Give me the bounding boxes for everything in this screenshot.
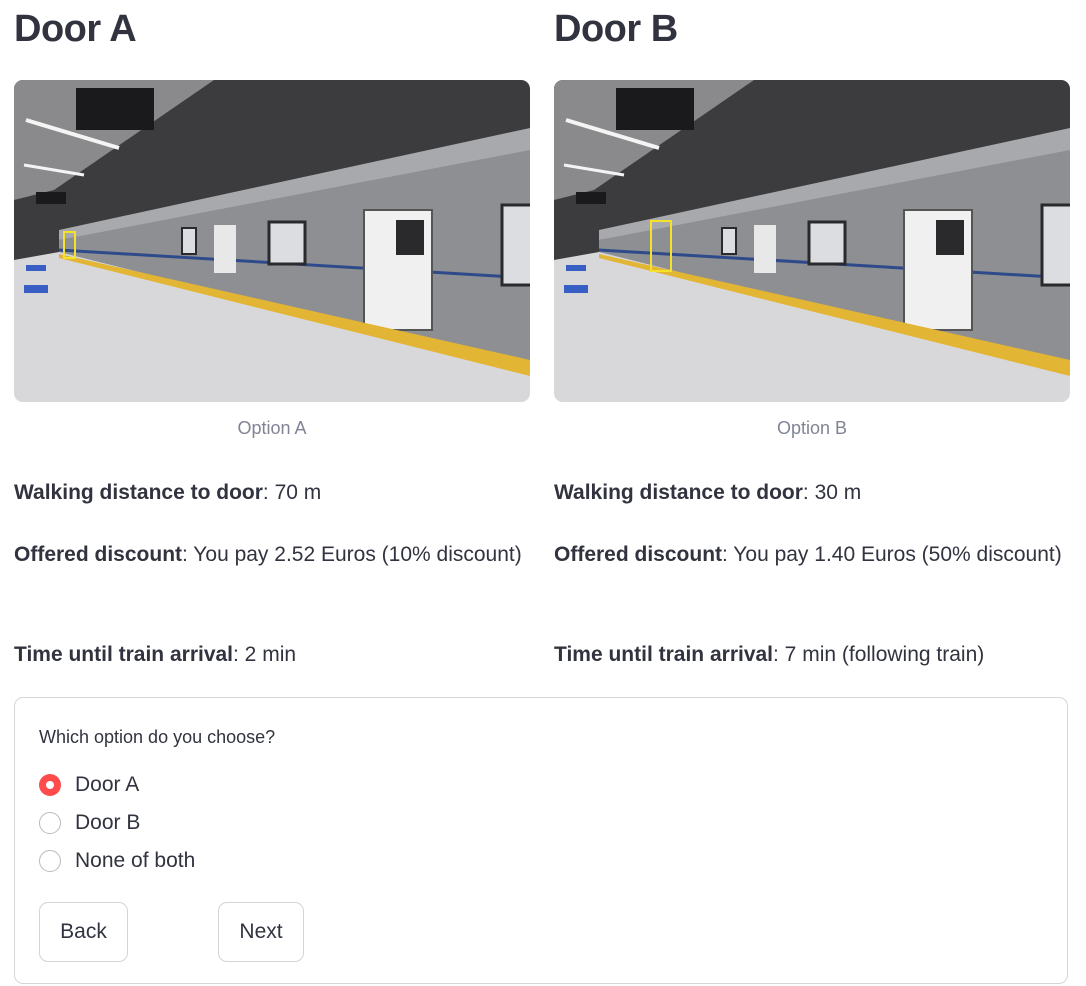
discount-value: : You pay 1.40 Euros (50% discount) <box>722 543 1062 566</box>
discount-label: Offered discount <box>554 543 723 566</box>
subway-platform-image <box>14 80 530 402</box>
radio-unchecked-icon[interactable] <box>39 812 61 834</box>
radio-label-door-a: Door A <box>75 773 140 796</box>
walking-distance-label: Walking distance to door <box>14 481 263 504</box>
radio-option-none[interactable]: None of both <box>39 845 195 877</box>
door-b-discount: Offered discount: You pay 1.40 Euros (50… <box>554 536 1070 574</box>
door-b-image-caption: Option B <box>776 418 848 438</box>
walking-distance-label: Walking distance to door <box>554 481 803 504</box>
door-a-discount: Offered discount: You pay 2.52 Euros (10… <box>14 536 530 574</box>
radio-checked-icon[interactable] <box>39 774 61 796</box>
door-b-title: Door B <box>554 8 678 50</box>
arrival-time-value: : 7 min (following train) <box>773 643 985 666</box>
discount-value: : You pay 2.52 Euros (10% discount) <box>182 543 522 566</box>
back-button[interactable]: Back <box>39 902 128 962</box>
choice-question: Which option do you choose? <box>39 727 276 747</box>
door-b-arrival-time: Time until train arrival: 7 min (followi… <box>554 636 1070 674</box>
arrival-time-value: : 2 min <box>233 643 297 666</box>
radio-option-door-b[interactable]: Door B <box>39 807 140 839</box>
radio-option-door-a[interactable]: Door A <box>39 769 139 801</box>
radio-label-none: None of both <box>75 849 196 872</box>
arrival-time-label: Time until train arrival <box>14 643 234 666</box>
walking-distance-value: : 70 m <box>262 481 322 504</box>
radio-unchecked-icon[interactable] <box>39 850 61 872</box>
door-a-walking-distance: Walking distance to door: 70 m <box>14 474 530 512</box>
door-b-image <box>554 80 1070 402</box>
door-a-title: Door A <box>14 8 137 50</box>
door-a-image-caption: Option A <box>237 418 307 438</box>
arrival-time-label: Time until train arrival <box>554 643 774 666</box>
walking-distance-value: : 30 m <box>802 481 862 504</box>
door-b-walking-distance: Walking distance to door: 30 m <box>554 474 1070 512</box>
door-a-arrival-time: Time until train arrival: 2 min <box>14 636 530 674</box>
choice-form: Which option do you choose? Door A Door … <box>14 697 1068 984</box>
door-a-image <box>14 80 530 402</box>
subway-platform-image <box>554 80 1070 402</box>
discount-label: Offered discount <box>14 543 183 566</box>
radio-label-door-b: Door B <box>75 811 141 834</box>
next-button[interactable]: Next <box>218 902 304 962</box>
